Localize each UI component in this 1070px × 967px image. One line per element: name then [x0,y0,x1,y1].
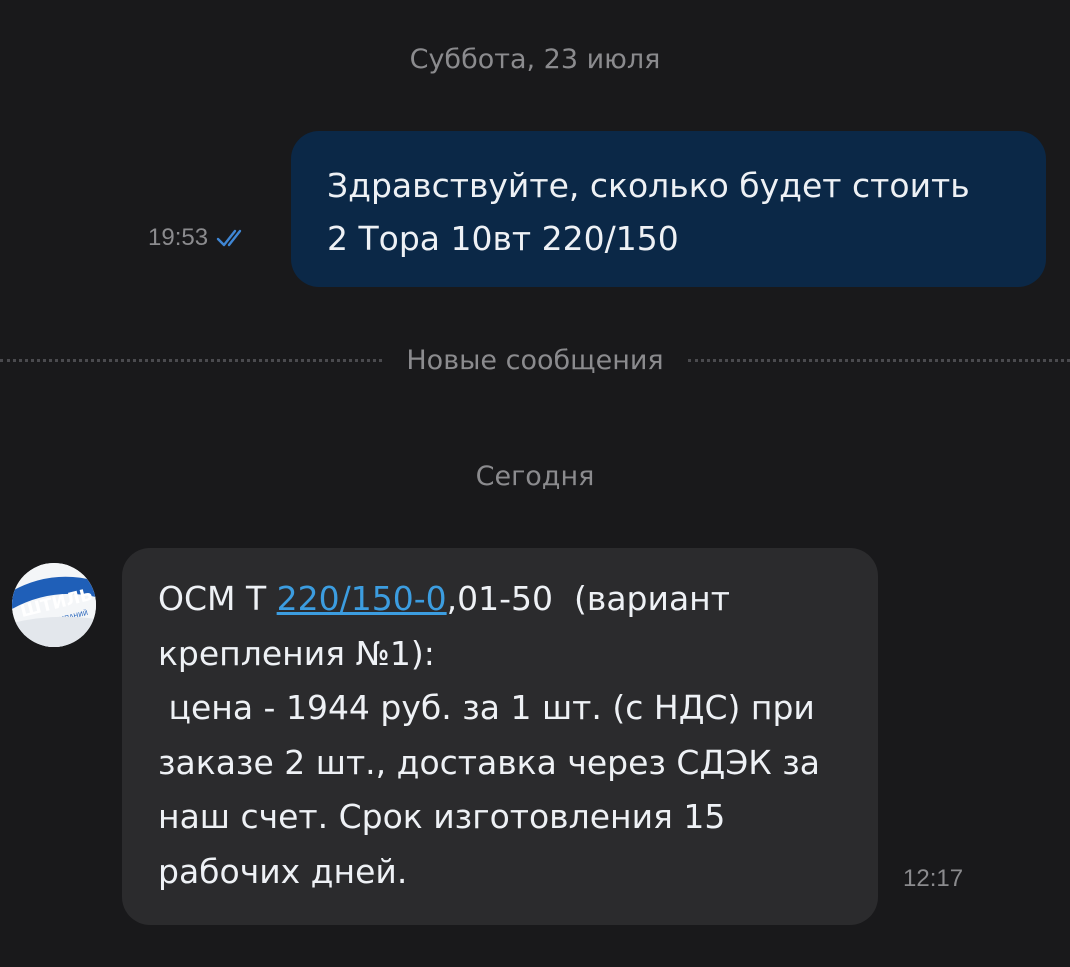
incoming-message-time: 12:17 [903,865,964,892]
incoming-message-text: ,01-50 (вариант крепления №1): цена - 19… [158,579,820,891]
date-separator-saturday: Суббота, 23 июля [409,44,661,75]
date-separator-today: Сегодня [475,461,595,492]
incoming-message-bubble[interactable]: ОСМ Т 220/150-0,01-50 (вариант крепления… [122,548,878,925]
divider-line-right [687,358,1070,362]
divider-line-left [0,358,383,362]
company-logo-avatar: ШТИЛЬ ГРУППА КОМПАНИЙ [12,563,96,647]
incoming-message-prefix: ОСМ Т [158,579,277,618]
new-messages-divider: Новые сообщения [0,338,1070,382]
outgoing-message-time: 19:53 [148,224,209,251]
new-messages-label: Новые сообщения [406,344,664,376]
chat-view: Суббота, 23 июля 19:53 Здравствуйте, ско… [0,0,1070,967]
product-link[interactable]: 220/150-0 [277,579,447,618]
sender-avatar[interactable]: ШТИЛЬ ГРУППА КОМПАНИЙ [12,563,96,647]
outgoing-message-bubble[interactable]: Здравствуйте, сколько будет стоить 2 Тор… [291,131,1046,287]
double-check-icon [216,229,242,247]
outgoing-message-meta: 19:53 [148,224,283,252]
